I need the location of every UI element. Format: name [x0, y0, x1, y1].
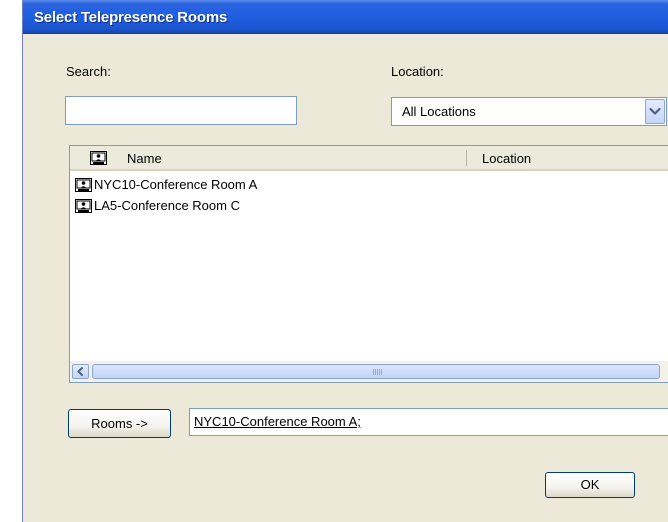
- scroll-thumb[interactable]: [92, 364, 660, 379]
- window-title: Select Telepresence Rooms: [34, 9, 228, 26]
- rooms-add-button[interactable]: Rooms ->: [68, 409, 171, 438]
- telepresence-room-icon: [90, 151, 107, 165]
- list-item[interactable]: LA5-Conference Room C: [70, 197, 668, 215]
- room-name: NYC10-Conference Room A: [94, 177, 258, 192]
- dialog-window: Select Telepresence Rooms Search: Locati…: [22, 0, 668, 522]
- scroll-grip: [373, 369, 382, 375]
- selected-room-link[interactable]: NYC10-Conference Room A;: [194, 414, 361, 429]
- search-label: Search:: [66, 64, 111, 79]
- room-name: LA5-Conference Room C: [94, 198, 240, 213]
- list-item[interactable]: NYC10-Conference Room A: [70, 176, 668, 194]
- column-header-name[interactable]: Name: [127, 151, 162, 166]
- dropdown-arrow-button[interactable]: [645, 99, 665, 124]
- column-header-location[interactable]: Location: [482, 151, 531, 166]
- telepresence-room-icon: [75, 199, 92, 213]
- chevron-left-icon: [77, 367, 83, 376]
- location-select[interactable]: All Locations: [391, 97, 667, 126]
- search-input[interactable]: [65, 96, 297, 125]
- horizontal-scrollbar[interactable]: [70, 361, 668, 382]
- rooms-list[interactable]: Name Location NYC10-Conference Room A LA…: [69, 145, 668, 383]
- title-bar[interactable]: Select Telepresence Rooms: [23, 0, 668, 34]
- selected-rooms-field[interactable]: NYC10-Conference Room A;: [189, 408, 668, 436]
- location-selected-value: All Locations: [402, 104, 476, 119]
- chevron-down-icon: [649, 107, 661, 115]
- ok-button[interactable]: OK: [545, 472, 635, 498]
- scroll-left-button[interactable]: [72, 364, 89, 379]
- location-label: Location:: [391, 64, 444, 79]
- list-header: Name Location: [70, 146, 668, 171]
- telepresence-room-icon: [75, 178, 92, 192]
- column-separator[interactable]: [466, 150, 467, 166]
